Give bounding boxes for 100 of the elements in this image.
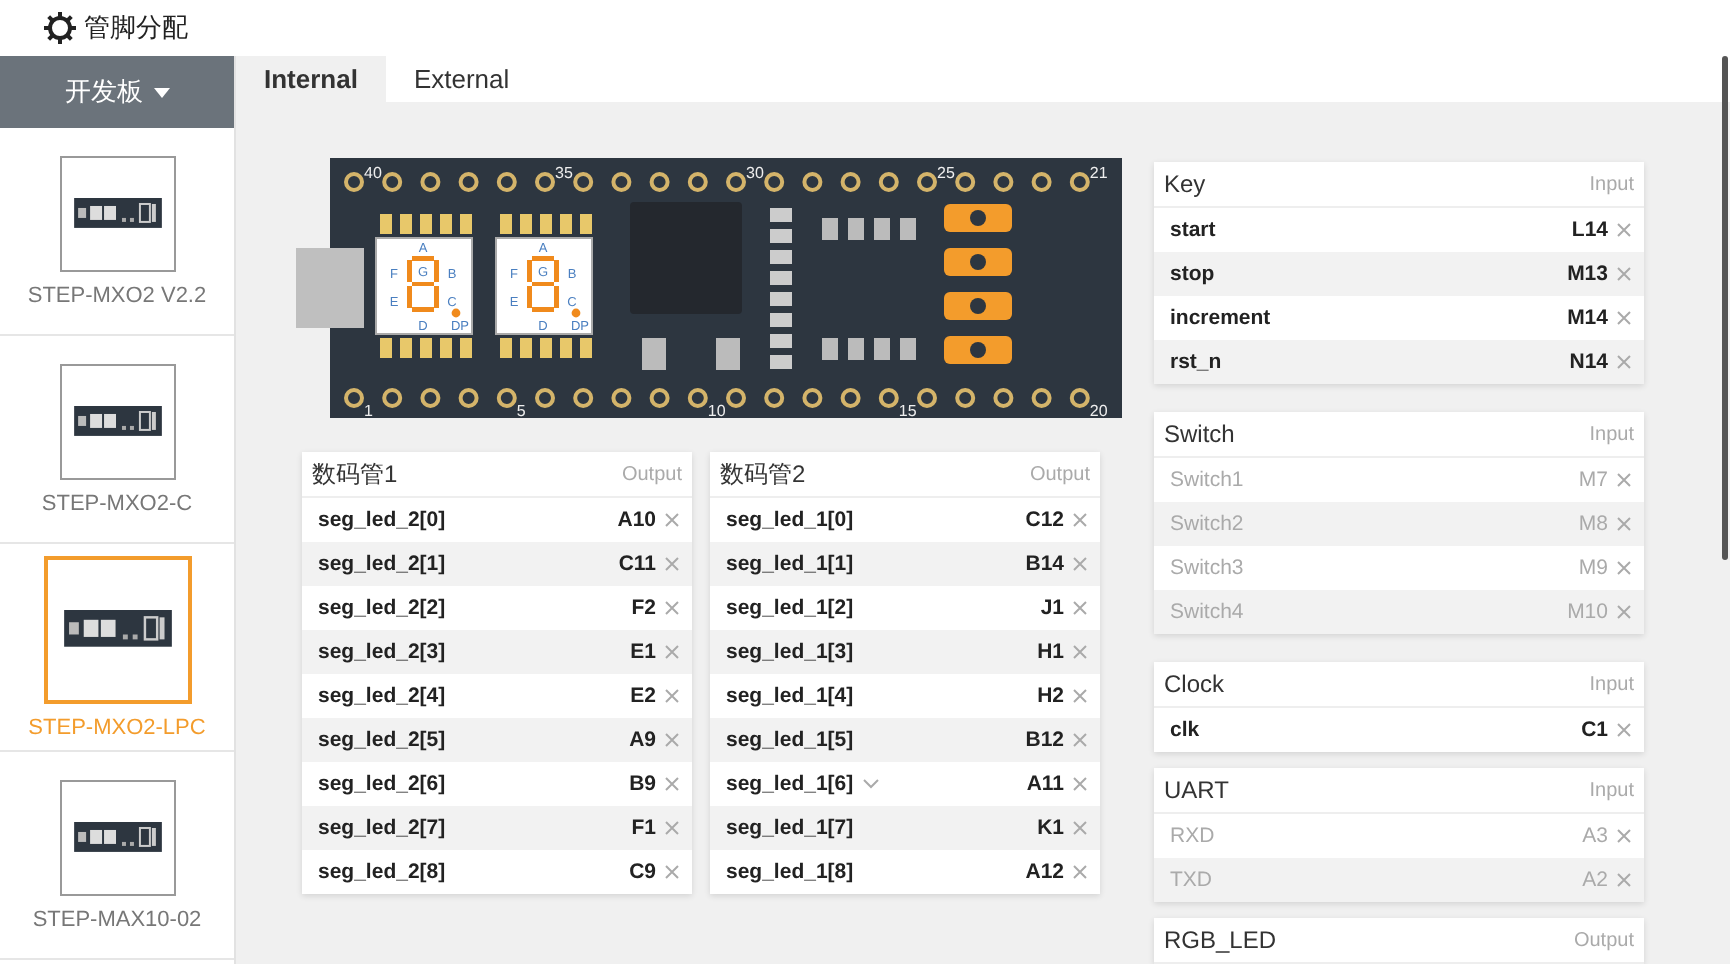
close-icon[interactable] [664,864,680,880]
pin-code: L14 [1571,218,1608,242]
close-icon[interactable] [1072,776,1088,792]
pin-code: M8 [1578,512,1608,536]
pin-code: A3 [1582,824,1608,848]
signal-name: increment [1170,306,1271,330]
direction-label: Output [1573,929,1634,951]
signal-name: seg_led_2[5] [318,728,446,752]
close-icon[interactable] [664,600,680,616]
close-icon[interactable] [664,820,680,836]
signal-name: Switch3 [1170,556,1244,580]
pin-code: F1 [631,816,656,840]
pin-number: 1 [364,402,373,420]
chevron-down-icon[interactable] [861,778,880,790]
pin-code: A10 [617,508,656,532]
close-icon[interactable] [1616,722,1632,738]
signal-name: seg_led_2[0] [318,508,446,532]
pin-row[interactable]: seg_led_2[6] B9 [302,762,692,806]
signal-name: rst_n [1170,350,1222,374]
pin-row[interactable]: seg_led_1[5] B12 [710,718,1100,762]
signal-name: start [1170,218,1216,242]
panel-title: UART [1164,776,1229,804]
pin-row[interactable]: stop M13 [1154,252,1644,296]
board-dropdown[interactable]: 开发板 [0,56,234,128]
close-icon[interactable] [1616,266,1632,282]
pin-code: M7 [1578,468,1608,492]
pin-row[interactable]: seg_led_2[2] F2 [302,586,692,630]
pin-row[interactable]: seg_led_2[1] C11 [302,542,692,586]
close-icon[interactable] [1616,516,1632,532]
pin-row[interactable]: seg_led_2[3] E1 [302,630,692,674]
close-icon[interactable] [1616,872,1632,888]
pin-row[interactable]: seg_led_1[3] H1 [710,630,1100,674]
pin-row[interactable]: seg_led_2[7] F1 [302,806,692,850]
pin-row[interactable]: seg_led_1[8] A12 [710,850,1100,894]
close-icon[interactable] [664,644,680,660]
pin-number: 15 [898,402,917,420]
pin-row[interactable]: seg_led_2[8] C9 [302,850,692,894]
close-icon[interactable] [1072,820,1088,836]
pin-number: 20 [1089,402,1108,420]
close-icon[interactable] [1072,512,1088,528]
direction-label: Input [1589,173,1634,195]
signal-name: seg_led_1[3] [726,640,854,664]
close-icon[interactable] [664,556,680,572]
pin-row[interactable]: start L14 [1154,208,1644,252]
close-icon[interactable] [1616,828,1632,844]
pin-row[interactable]: increment M14 [1154,296,1644,340]
pin-row[interactable]: seg_led_2[4] E2 [302,674,692,718]
pin-code: H1 [1037,640,1064,664]
pin-code: M13 [1567,262,1608,286]
close-icon[interactable] [1072,644,1088,660]
signal-name: clk [1170,718,1200,742]
pin-code: E1 [630,640,656,664]
close-icon[interactable] [664,732,680,748]
close-icon[interactable] [1616,354,1632,370]
close-icon[interactable] [1072,556,1088,572]
close-icon[interactable] [1616,472,1632,488]
close-icon[interactable] [1072,688,1088,704]
close-icon[interactable] [1616,604,1632,620]
direction-label: Output [621,463,682,485]
pin-number: 40 [364,164,382,182]
scrollbar[interactable] [1722,56,1728,560]
panel-title: Clock [1164,670,1225,698]
close-icon[interactable] [1072,732,1088,748]
direction-label: Input [1589,779,1634,801]
pin-row[interactable]: seg_led_1[7] K1 [710,806,1100,850]
close-icon[interactable] [1616,560,1632,576]
pin-code: E2 [630,684,656,708]
tab[interactable]: Internal [236,56,386,102]
pin-code: J1 [1040,596,1064,620]
pin-code: C1 [1581,718,1608,742]
pin-row[interactable]: clk C1 [1154,708,1644,752]
pin-code: M10 [1567,600,1608,624]
pin-number: 25 [937,164,955,182]
pin-code: C11 [618,552,656,576]
pin-row[interactable]: seg_led_1[4] H2 [710,674,1100,718]
board-item[interactable]: STEP-MXO2-C [0,336,234,544]
signal-name: seg_led_2[3] [318,640,446,664]
close-icon[interactable] [664,512,680,528]
pin-row[interactable]: seg_led_1[0] C12 [710,498,1100,542]
pin-row[interactable]: seg_led_1[1] B14 [710,542,1100,586]
pin-row[interactable]: rst_n N14 [1154,340,1644,384]
pin-code: M14 [1567,306,1608,330]
signal-name: Switch4 [1170,600,1244,624]
pin-number: 10 [707,402,726,420]
close-icon[interactable] [1072,864,1088,880]
close-icon[interactable] [1616,310,1632,326]
pin-row[interactable]: seg_led_2[5] A9 [302,718,692,762]
pin-row[interactable]: seg_led_2[0] A10 [302,498,692,542]
pin-row[interactable]: seg_led_1[6] A11 [710,762,1100,806]
board-item[interactable]: STEP-MXO2 V2.2 [0,128,234,336]
close-icon[interactable] [1072,600,1088,616]
pin-code: A2 [1582,868,1608,892]
board-item[interactable]: STEP-MAX10-02 [0,752,234,960]
close-icon[interactable] [1616,222,1632,238]
signal-name: seg_led_1[2] [726,596,854,620]
pin-code: B14 [1025,552,1064,576]
pin-row[interactable]: seg_led_1[2] J1 [710,586,1100,630]
close-icon[interactable] [664,776,680,792]
close-icon[interactable] [664,688,680,704]
panel-title: 数码管1 [312,457,398,491]
